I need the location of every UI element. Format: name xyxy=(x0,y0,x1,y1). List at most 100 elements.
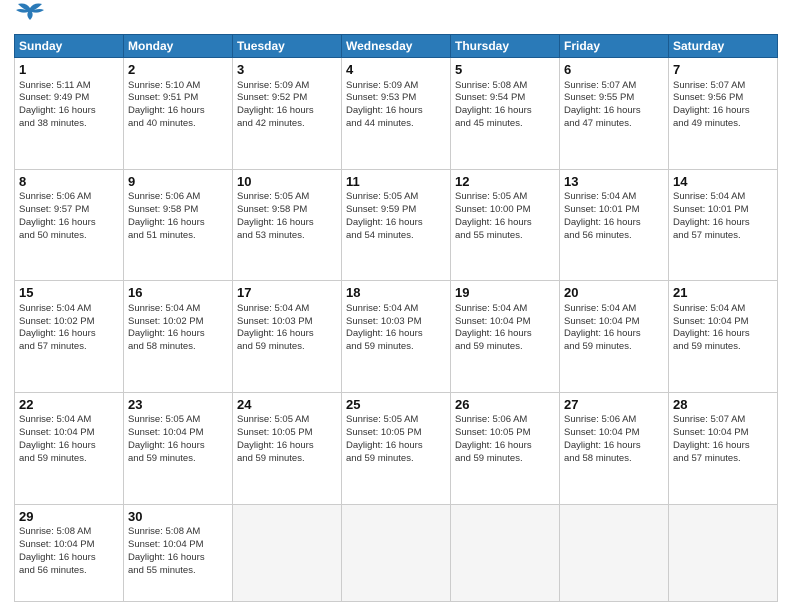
day-cell: 8Sunrise: 5:06 AM Sunset: 9:57 PM Daylig… xyxy=(15,169,124,281)
day-info: Sunrise: 5:04 AM Sunset: 10:03 PM Daylig… xyxy=(346,303,446,354)
day-info: Sunrise: 5:05 AM Sunset: 10:00 PM Daylig… xyxy=(455,191,555,242)
day-cell: 6Sunrise: 5:07 AM Sunset: 9:55 PM Daylig… xyxy=(560,58,669,170)
day-number: 23 xyxy=(128,396,228,414)
day-number: 11 xyxy=(346,173,446,191)
day-number: 22 xyxy=(19,396,119,414)
header xyxy=(14,10,778,28)
day-number: 19 xyxy=(455,284,555,302)
day-number: 18 xyxy=(346,284,446,302)
day-info: Sunrise: 5:08 AM Sunset: 10:04 PM Daylig… xyxy=(128,526,228,577)
day-cell xyxy=(560,504,669,601)
col-header-sunday: Sunday xyxy=(15,35,124,58)
day-info: Sunrise: 5:04 AM Sunset: 10:03 PM Daylig… xyxy=(237,303,337,354)
col-header-saturday: Saturday xyxy=(669,35,778,58)
day-info: Sunrise: 5:05 AM Sunset: 9:59 PM Dayligh… xyxy=(346,191,446,242)
day-number: 20 xyxy=(564,284,664,302)
page: SundayMondayTuesdayWednesdayThursdayFrid… xyxy=(0,0,792,612)
calendar: SundayMondayTuesdayWednesdayThursdayFrid… xyxy=(14,34,778,602)
logo-bird-icon xyxy=(16,0,46,28)
day-number: 14 xyxy=(673,173,773,191)
day-number: 17 xyxy=(237,284,337,302)
day-info: Sunrise: 5:04 AM Sunset: 10:01 PM Daylig… xyxy=(564,191,664,242)
day-cell: 18Sunrise: 5:04 AM Sunset: 10:03 PM Dayl… xyxy=(342,281,451,393)
day-number: 21 xyxy=(673,284,773,302)
day-number: 7 xyxy=(673,61,773,79)
day-number: 27 xyxy=(564,396,664,414)
day-cell: 17Sunrise: 5:04 AM Sunset: 10:03 PM Dayl… xyxy=(233,281,342,393)
day-number: 12 xyxy=(455,173,555,191)
day-number: 25 xyxy=(346,396,446,414)
day-info: Sunrise: 5:08 AM Sunset: 10:04 PM Daylig… xyxy=(19,526,119,577)
day-cell xyxy=(342,504,451,601)
day-cell: 20Sunrise: 5:04 AM Sunset: 10:04 PM Dayl… xyxy=(560,281,669,393)
day-cell xyxy=(451,504,560,601)
day-number: 10 xyxy=(237,173,337,191)
day-cell: 28Sunrise: 5:07 AM Sunset: 10:04 PM Dayl… xyxy=(669,392,778,504)
col-header-wednesday: Wednesday xyxy=(342,35,451,58)
day-cell: 13Sunrise: 5:04 AM Sunset: 10:01 PM Dayl… xyxy=(560,169,669,281)
day-number: 9 xyxy=(128,173,228,191)
day-info: Sunrise: 5:04 AM Sunset: 10:02 PM Daylig… xyxy=(19,303,119,354)
day-number: 28 xyxy=(673,396,773,414)
col-header-tuesday: Tuesday xyxy=(233,35,342,58)
week-row-5: 29Sunrise: 5:08 AM Sunset: 10:04 PM Dayl… xyxy=(15,504,778,601)
day-cell xyxy=(233,504,342,601)
day-number: 15 xyxy=(19,284,119,302)
day-info: Sunrise: 5:06 AM Sunset: 9:58 PM Dayligh… xyxy=(128,191,228,242)
day-info: Sunrise: 5:04 AM Sunset: 10:04 PM Daylig… xyxy=(19,414,119,465)
day-info: Sunrise: 5:10 AM Sunset: 9:51 PM Dayligh… xyxy=(128,80,228,131)
day-cell: 7Sunrise: 5:07 AM Sunset: 9:56 PM Daylig… xyxy=(669,58,778,170)
col-header-monday: Monday xyxy=(124,35,233,58)
day-info: Sunrise: 5:11 AM Sunset: 9:49 PM Dayligh… xyxy=(19,80,119,131)
day-number: 29 xyxy=(19,508,119,526)
day-info: Sunrise: 5:04 AM Sunset: 10:04 PM Daylig… xyxy=(673,303,773,354)
day-number: 24 xyxy=(237,396,337,414)
day-info: Sunrise: 5:04 AM Sunset: 10:01 PM Daylig… xyxy=(673,191,773,242)
day-cell: 12Sunrise: 5:05 AM Sunset: 10:00 PM Dayl… xyxy=(451,169,560,281)
day-cell: 14Sunrise: 5:04 AM Sunset: 10:01 PM Dayl… xyxy=(669,169,778,281)
day-cell: 15Sunrise: 5:04 AM Sunset: 10:02 PM Dayl… xyxy=(15,281,124,393)
day-info: Sunrise: 5:05 AM Sunset: 10:05 PM Daylig… xyxy=(346,414,446,465)
week-row-1: 1Sunrise: 5:11 AM Sunset: 9:49 PM Daylig… xyxy=(15,58,778,170)
col-header-thursday: Thursday xyxy=(451,35,560,58)
day-cell: 23Sunrise: 5:05 AM Sunset: 10:04 PM Dayl… xyxy=(124,392,233,504)
day-info: Sunrise: 5:06 AM Sunset: 10:05 PM Daylig… xyxy=(455,414,555,465)
day-info: Sunrise: 5:07 AM Sunset: 10:04 PM Daylig… xyxy=(673,414,773,465)
header-row: SundayMondayTuesdayWednesdayThursdayFrid… xyxy=(15,35,778,58)
day-cell: 11Sunrise: 5:05 AM Sunset: 9:59 PM Dayli… xyxy=(342,169,451,281)
day-number: 5 xyxy=(455,61,555,79)
day-number: 8 xyxy=(19,173,119,191)
day-info: Sunrise: 5:04 AM Sunset: 10:04 PM Daylig… xyxy=(564,303,664,354)
day-cell: 2Sunrise: 5:10 AM Sunset: 9:51 PM Daylig… xyxy=(124,58,233,170)
day-cell: 3Sunrise: 5:09 AM Sunset: 9:52 PM Daylig… xyxy=(233,58,342,170)
day-number: 16 xyxy=(128,284,228,302)
logo xyxy=(14,10,46,28)
day-number: 3 xyxy=(237,61,337,79)
day-number: 6 xyxy=(564,61,664,79)
day-number: 26 xyxy=(455,396,555,414)
day-number: 30 xyxy=(128,508,228,526)
day-info: Sunrise: 5:07 AM Sunset: 9:56 PM Dayligh… xyxy=(673,80,773,131)
day-cell: 19Sunrise: 5:04 AM Sunset: 10:04 PM Dayl… xyxy=(451,281,560,393)
day-cell: 21Sunrise: 5:04 AM Sunset: 10:04 PM Dayl… xyxy=(669,281,778,393)
day-cell xyxy=(669,504,778,601)
day-info: Sunrise: 5:06 AM Sunset: 9:57 PM Dayligh… xyxy=(19,191,119,242)
day-info: Sunrise: 5:09 AM Sunset: 9:52 PM Dayligh… xyxy=(237,80,337,131)
day-number: 2 xyxy=(128,61,228,79)
day-number: 13 xyxy=(564,173,664,191)
day-cell: 25Sunrise: 5:05 AM Sunset: 10:05 PM Dayl… xyxy=(342,392,451,504)
day-cell: 24Sunrise: 5:05 AM Sunset: 10:05 PM Dayl… xyxy=(233,392,342,504)
day-info: Sunrise: 5:05 AM Sunset: 10:04 PM Daylig… xyxy=(128,414,228,465)
day-cell: 27Sunrise: 5:06 AM Sunset: 10:04 PM Dayl… xyxy=(560,392,669,504)
day-cell: 22Sunrise: 5:04 AM Sunset: 10:04 PM Dayl… xyxy=(15,392,124,504)
day-info: Sunrise: 5:08 AM Sunset: 9:54 PM Dayligh… xyxy=(455,80,555,131)
day-info: Sunrise: 5:09 AM Sunset: 9:53 PM Dayligh… xyxy=(346,80,446,131)
day-info: Sunrise: 5:07 AM Sunset: 9:55 PM Dayligh… xyxy=(564,80,664,131)
day-number: 4 xyxy=(346,61,446,79)
day-info: Sunrise: 5:04 AM Sunset: 10:02 PM Daylig… xyxy=(128,303,228,354)
week-row-3: 15Sunrise: 5:04 AM Sunset: 10:02 PM Dayl… xyxy=(15,281,778,393)
week-row-4: 22Sunrise: 5:04 AM Sunset: 10:04 PM Dayl… xyxy=(15,392,778,504)
day-cell: 30Sunrise: 5:08 AM Sunset: 10:04 PM Dayl… xyxy=(124,504,233,601)
day-cell: 9Sunrise: 5:06 AM Sunset: 9:58 PM Daylig… xyxy=(124,169,233,281)
day-info: Sunrise: 5:06 AM Sunset: 10:04 PM Daylig… xyxy=(564,414,664,465)
